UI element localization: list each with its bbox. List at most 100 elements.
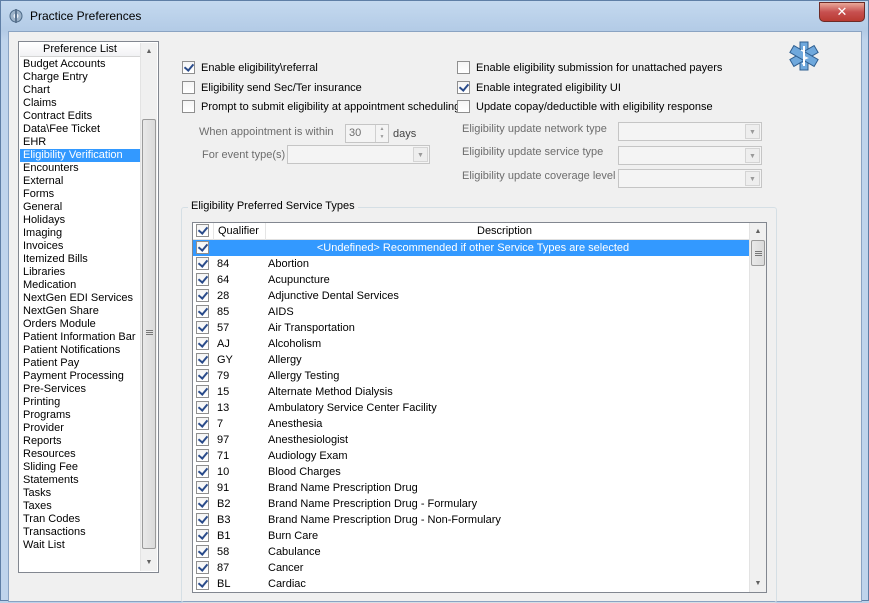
service-type-checkbox[interactable] [196,385,209,398]
service-type-checkbox[interactable] [196,417,209,430]
service-type-checkbox[interactable] [196,257,209,270]
preference-list-item[interactable]: Encounters [20,162,141,175]
service-type-row[interactable]: BL Cardiac [193,576,749,592]
preference-list-item[interactable]: Imaging [20,227,141,240]
preference-list-scrollbar[interactable]: ▲ ▼ [140,43,157,571]
preference-list-item[interactable]: Orders Module [20,318,141,331]
service-type-checkbox[interactable] [196,433,209,446]
service-type-checkbox[interactable] [196,369,209,382]
service-type-row[interactable]: AJ Alcoholism [193,336,749,352]
service-type-checkbox[interactable] [196,577,209,590]
preference-list-item[interactable]: Contract Edits [20,110,141,123]
preference-list-item[interactable]: General [20,201,141,214]
preference-list-item[interactable]: Claims [20,97,141,110]
update-copay-deductible-checkbox[interactable] [457,99,470,113]
service-type-row[interactable]: 7 Anesthesia [193,416,749,432]
preference-list-item[interactable]: Data\Fee Ticket [20,123,141,136]
service-type-checkbox[interactable] [196,273,209,286]
service-type-checkbox[interactable] [196,561,209,574]
service-type-row[interactable]: 87 Cancer [193,560,749,576]
service-type-combo[interactable]: ▼ [618,146,762,165]
preference-list-item[interactable]: Libraries [20,266,141,279]
scroll-up-arrow-icon[interactable]: ▲ [750,223,766,240]
preference-list-item[interactable]: Resources [20,448,141,461]
service-type-row[interactable]: 57 Air Transportation [193,320,749,336]
service-types-scrollbar[interactable]: ▲ ▼ [749,223,766,592]
scroll-thumb[interactable] [751,240,765,266]
enable-eligibility-referral-checkbox[interactable] [182,60,195,74]
preference-list-item[interactable]: Medication [20,279,141,292]
service-type-checkbox[interactable] [196,513,209,526]
integrated-eligibility-ui-checkbox[interactable] [457,80,470,94]
coverage-level-combo[interactable]: ▼ [618,169,762,188]
appointment-days-stepper[interactable]: 30 ▲ ▼ [345,124,389,143]
preference-list-item[interactable]: Sliding Fee [20,461,141,474]
service-type-checkbox[interactable] [196,497,209,510]
service-type-row[interactable]: 71 Audiology Exam [193,448,749,464]
preference-list-item[interactable]: EHR [20,136,141,149]
preference-list-item[interactable]: Payment Processing [20,370,141,383]
service-type-row[interactable]: 28 Adjunctive Dental Services [193,288,749,304]
prompt-eligibility-scheduling-option[interactable]: Prompt to submit eligibility at appointm… [182,99,460,114]
preference-list-item[interactable]: Transactions [20,526,141,539]
preference-list-item[interactable]: Patient Information Bar [20,331,141,344]
service-type-row[interactable]: GY Allergy [193,352,749,368]
preference-list-item[interactable]: Provider [20,422,141,435]
service-type-row[interactable]: <Undefined> Recommended if other Service… [193,240,749,256]
preference-list-item[interactable]: Reports [20,435,141,448]
preference-list-item[interactable]: Patient Pay [20,357,141,370]
service-type-checkbox[interactable] [196,337,209,350]
scroll-up-arrow-icon[interactable]: ▲ [141,43,157,60]
network-type-combo[interactable]: ▼ [618,122,762,141]
qualifier-column-header[interactable]: Qualifier [218,225,259,237]
preference-list-item[interactable]: Statements [20,474,141,487]
preference-list[interactable]: Preference List Budget Accounts Charge En… [18,41,159,573]
service-type-checkbox[interactable] [196,401,209,414]
update-copay-deductible-option[interactable]: Update copay/deductible with eligibility… [457,99,713,114]
preference-list-item[interactable]: Tran Codes [20,513,141,526]
enable-eligibility-referral-option[interactable]: Enable eligibility\referral [182,60,318,75]
service-type-checkbox[interactable] [196,545,209,558]
preference-list-item[interactable]: Pre-Services [20,383,141,396]
event-type-combo[interactable]: ▼ [287,145,430,164]
preference-list-item[interactable]: Invoices [20,240,141,253]
preference-list-item[interactable]: Charge Entry [20,71,141,84]
service-type-checkbox[interactable] [196,449,209,462]
scroll-thumb[interactable] [142,119,156,549]
title-bar[interactable]: Practice Preferences ✕ [1,1,868,31]
preference-list-item[interactable]: Patient Notifications [20,344,141,357]
prompt-eligibility-scheduling-checkbox[interactable] [182,99,195,113]
spin-up-icon[interactable]: ▲ [376,125,388,133]
service-type-checkbox[interactable] [196,465,209,478]
preference-list-item[interactable]: Holidays [20,214,141,227]
unattached-payers-option[interactable]: Enable eligibility submission for unatta… [457,60,722,75]
description-column-header[interactable]: Description [477,225,532,237]
service-type-row[interactable]: 85 AIDS [193,304,749,320]
preference-list-item[interactable]: Itemized Bills [20,253,141,266]
preference-list-item[interactable]: Tasks [20,487,141,500]
preference-list-item[interactable]: Eligibility Verification [20,149,141,162]
service-type-row[interactable]: B3 Brand Name Prescription Drug - Non-For… [193,512,749,528]
service-type-row[interactable]: 91 Brand Name Prescription Drug [193,480,749,496]
preference-list-item[interactable]: Wait List [20,539,141,552]
scroll-down-arrow-icon[interactable]: ▼ [141,554,157,571]
service-type-row[interactable]: B1 Burn Care [193,528,749,544]
preference-list-item[interactable]: NextGen EDI Services [20,292,141,305]
service-type-checkbox[interactable] [196,353,209,366]
integrated-eligibility-ui-option[interactable]: Enable integrated eligibility UI [457,80,621,95]
service-type-row[interactable]: 10 Blood Charges [193,464,749,480]
preference-list-item[interactable]: Taxes [20,500,141,513]
select-all-checkbox[interactable] [196,224,209,237]
service-type-checkbox[interactable] [196,529,209,542]
service-type-row[interactable]: 84 Abortion [193,256,749,272]
preference-list-item[interactable]: Budget Accounts [20,58,141,71]
preference-list-item[interactable]: External [20,175,141,188]
service-types-grid[interactable]: Qualifier Description <Undefined> Recomm… [192,222,767,593]
service-type-checkbox[interactable] [196,321,209,334]
service-type-checkbox[interactable] [196,289,209,302]
service-type-row[interactable]: 58 Cabulance [193,544,749,560]
service-type-checkbox[interactable] [196,481,209,494]
close-button[interactable]: ✕ [819,2,865,22]
service-type-row[interactable]: 97 Anesthesiologist [193,432,749,448]
service-type-row[interactable]: 64 Acupuncture [193,272,749,288]
